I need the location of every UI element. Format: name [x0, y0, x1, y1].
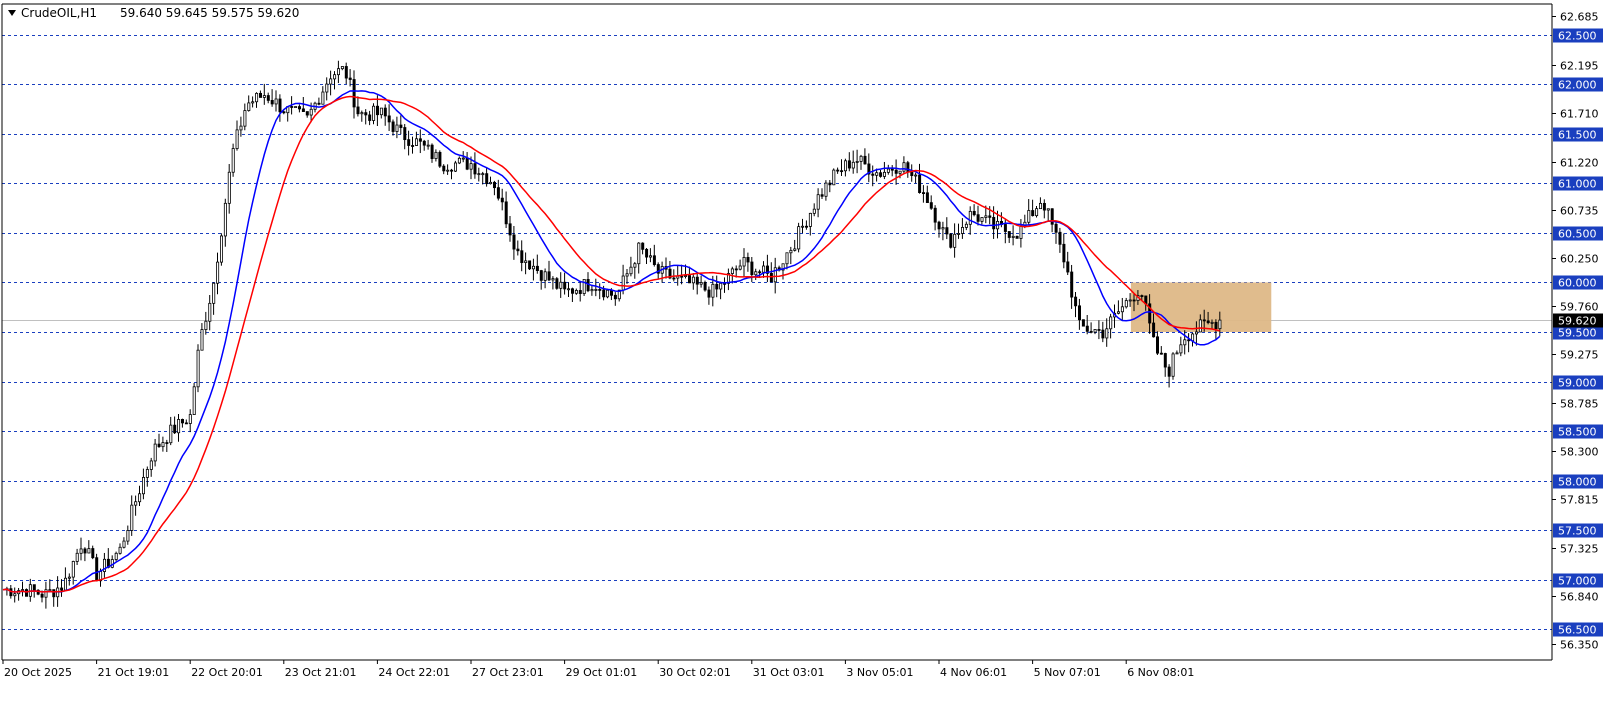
level-tag-label: 60.500 — [1558, 228, 1597, 241]
time-tick-label: 23 Oct 21:01 — [285, 666, 357, 679]
time-tick-label: 4 Nov 06:01 — [940, 666, 1007, 679]
candle — [114, 551, 118, 562]
candle — [294, 106, 298, 108]
price-tick-label: 60.250 — [1560, 253, 1599, 266]
price-tick-label: 56.840 — [1560, 591, 1599, 604]
chart-header: CrudeOIL,H1 59.640 59.645 59.575 59.620 — [8, 6, 299, 20]
candle — [528, 260, 532, 270]
level-tag-label: 56.500 — [1558, 624, 1597, 637]
price-tick-label: 57.325 — [1560, 543, 1599, 556]
candle — [1081, 319, 1085, 327]
symbol-label: CrudeOIL,H1 — [21, 6, 97, 20]
price-tick-label: 58.785 — [1560, 398, 1599, 411]
chart-window[interactable]: 56.350 56.840 57.325 57.815 58.300 58.785 59.2… — [0, 0, 1614, 704]
candle — [231, 143, 235, 177]
level-tag-label: 59.000 — [1558, 377, 1597, 390]
level-tag-label: 58.500 — [1558, 426, 1597, 439]
time-tick-label: 30 Oct 02:01 — [659, 666, 731, 679]
time-tick-label: 20 Oct 2025 — [4, 666, 72, 679]
candle — [95, 553, 99, 582]
level-tag-label: 58.000 — [1558, 476, 1597, 489]
price-tick-label: 58.300 — [1560, 446, 1599, 459]
price-tick-label: 61.220 — [1560, 157, 1599, 170]
candle — [797, 222, 801, 253]
level-tag-label: 57.000 — [1558, 575, 1597, 588]
time-tick-label: 29 Oct 01:01 — [566, 666, 638, 679]
level-tag-label: 62.000 — [1558, 79, 1597, 92]
price-tick-label: 59.760 — [1560, 301, 1599, 314]
time-tick-label: 31 Oct 03:01 — [753, 666, 825, 679]
candle — [703, 280, 707, 292]
ohlc-label: 59.640 59.645 59.575 59.620 — [120, 6, 299, 20]
level-tag-label: 62.500 — [1558, 30, 1597, 43]
candle — [1171, 352, 1175, 380]
price-tick-label: 57.815 — [1560, 494, 1599, 507]
candle — [949, 233, 953, 249]
time-tick-label: 27 Oct 23:01 — [472, 666, 544, 679]
level-tag-label: 60.000 — [1558, 277, 1597, 290]
candle — [832, 168, 836, 186]
level-tag-label: 61.500 — [1558, 129, 1597, 142]
level-tag-label: 59.500 — [1558, 327, 1597, 340]
chart-background — [0, 0, 1614, 704]
current-price-label: 59.620 — [1558, 315, 1597, 328]
price-tick-label: 61.710 — [1560, 108, 1599, 121]
price-tick-label: 56.350 — [1560, 639, 1599, 652]
time-tick-label: 24 Oct 22:01 — [378, 666, 450, 679]
candle — [196, 344, 200, 393]
price-tick-label: 59.275 — [1560, 349, 1599, 362]
time-tick-label: 6 Nov 08:01 — [1127, 666, 1194, 679]
price-chart[interactable]: 56.350 56.840 57.325 57.815 58.300 58.785 59.2… — [0, 0, 1614, 704]
candle — [555, 277, 559, 290]
candle — [219, 233, 223, 266]
level-tag-label: 57.500 — [1558, 525, 1597, 538]
price-tick-label: 62.685 — [1560, 11, 1599, 24]
candle — [438, 150, 442, 168]
time-tick-label: 3 Nov 05:01 — [846, 666, 913, 679]
price-tick-label: 60.735 — [1560, 205, 1599, 218]
level-tag-label: 61.000 — [1558, 178, 1597, 191]
candle — [192, 383, 196, 415]
time-tick-label: 21 Oct 19:01 — [98, 666, 170, 679]
price-tick-label: 62.195 — [1560, 60, 1599, 73]
time-tick-label: 5 Nov 07:01 — [1034, 666, 1101, 679]
time-tick-label: 22 Oct 20:01 — [191, 666, 263, 679]
